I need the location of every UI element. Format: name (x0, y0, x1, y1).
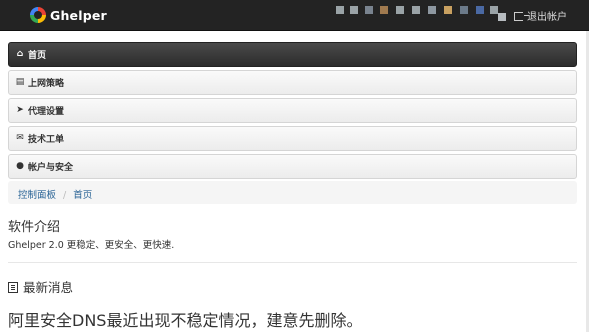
nav-item-label: 技术工单 (28, 135, 65, 145)
nav-item-account-security[interactable]: ● 帐户与安全 (8, 154, 577, 179)
nav-item-proxy-settings[interactable]: ➤ 代理设置 (8, 98, 577, 123)
top-navbar: Ghelper 退出帐户 (0, 0, 589, 31)
logout-label: 退出帐户 (527, 12, 567, 23)
news-body: 阿里安全DNS最近出现不稳定情况，建意先删除。 (8, 311, 363, 330)
nav-item-label: 代理设置 (28, 107, 65, 117)
header-color-block (428, 6, 436, 14)
nav-item-label: 首页 (28, 51, 47, 61)
header-color-block (460, 6, 468, 14)
news-heading-label: 最新消息 (23, 280, 74, 295)
header-color-block (365, 6, 373, 14)
envelope-icon: ✉ (16, 133, 24, 143)
software-description: Ghelper 2.0 更稳定、更安全、更快速. (8, 240, 175, 251)
news-heading: 最新消息 (8, 277, 73, 296)
logout-icon (514, 12, 529, 21)
header-color-block (396, 6, 404, 14)
list-icon: ▤ (15, 77, 25, 87)
home-icon: ⌂ (16, 49, 24, 59)
header-color-block (412, 6, 420, 14)
header-color-block (476, 6, 484, 14)
breadcrumb: 控制面板 / 首页 (8, 181, 577, 204)
nav-item-tech-ticket[interactable]: ✉ 技术工单 (8, 126, 577, 151)
send-icon: ➤ (16, 105, 24, 115)
logout-link[interactable]: 退出帐户 (514, 8, 567, 23)
header-color-block (490, 6, 498, 14)
news-icon (8, 282, 18, 293)
breadcrumb-item-control-panel[interactable]: 控制面板 (18, 190, 56, 201)
user-icon: ● (16, 161, 24, 171)
software-heading: 软件介绍 (8, 220, 61, 235)
nav-item-label: 帐户与安全 (28, 163, 74, 173)
nav-item-label: 上网策略 (28, 79, 65, 89)
brand-name[interactable]: Ghelper (50, 8, 107, 23)
header-color-block (498, 13, 506, 21)
nav-item-internet-policy[interactable]: ▤ 上网策略 (8, 70, 577, 95)
breadcrumb-item-home[interactable]: 首页 (73, 190, 92, 201)
header-color-block (444, 6, 452, 14)
breadcrumb-separator: / (63, 190, 67, 201)
nav-item-home[interactable]: ⌂ 首页 (8, 42, 577, 67)
header-color-block (380, 6, 388, 14)
ghelper-logo-icon[interactable] (30, 7, 46, 23)
main-nav: ⌂ 首页 ▤ 上网策略 ➤ 代理设置 ✉ 技术工单 ● 帐户与安全 (8, 42, 577, 182)
header-color-blocks (336, 6, 506, 21)
section-divider (8, 262, 577, 263)
header-color-block (336, 6, 344, 14)
header-color-block (350, 6, 358, 14)
